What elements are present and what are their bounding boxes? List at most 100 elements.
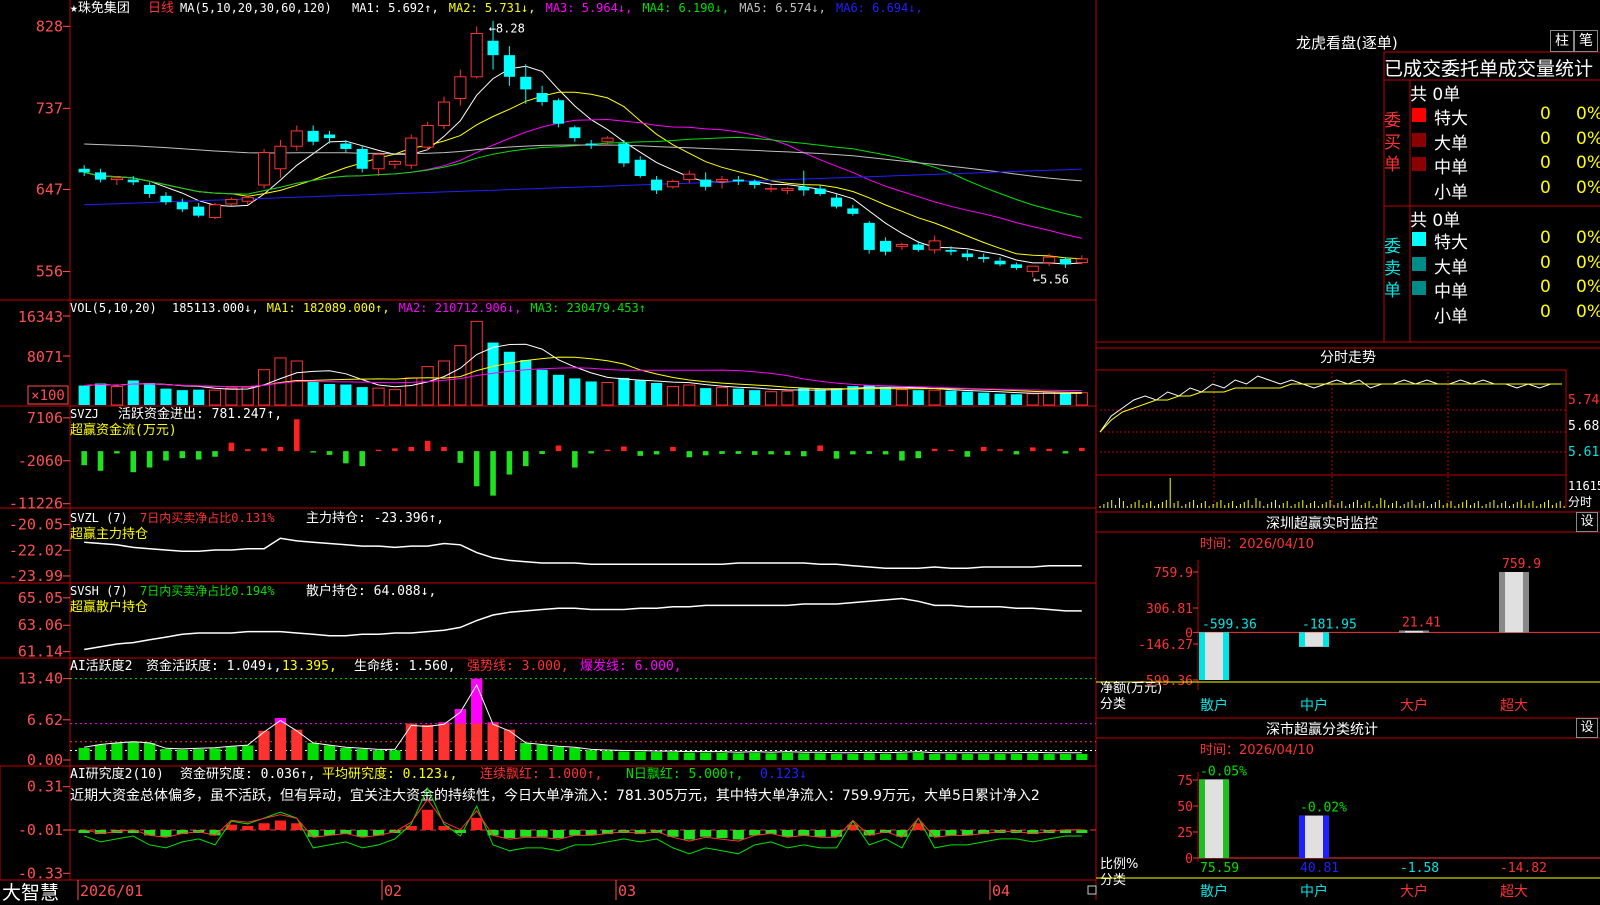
research-bar [503,830,515,839]
ai-activity-value: 资金活跃度: 1.049↓, [146,658,281,674]
flow-bar-positive [277,446,284,452]
category-tick-label: 0 [1185,852,1193,867]
flow-bar-negative [768,451,774,455]
svzl-subtitle: 超赢主力持仓 [70,526,148,542]
candle-body-down [732,179,744,182]
activity-bar [422,724,434,760]
ma-legend-4: MA4: 6.190↓, [642,1,729,15]
buy-row-label: 小单 [1434,182,1468,203]
ai-activity-title: AI活跃度2 [70,658,132,674]
svzl-title: SVZL (7) [70,511,128,525]
vol-tick-label: 16343 [18,308,63,326]
monitor-category-label: 大户 [1400,697,1428,714]
svzl-legend: 主力持仓: -23.396↑, [306,511,444,526]
ai-activity-tick-label: 13.40 [18,670,63,688]
candle-body-down [176,202,188,210]
research-bar [520,830,532,837]
candle-body-down [340,143,352,149]
category-value-label: -14.82 [1500,861,1547,876]
flow-bar-negative [702,451,709,456]
column-view-button[interactable]: 柱 [1550,30,1574,52]
svzl-tick-label: -23.99 [9,567,63,585]
volume-bar-down [749,390,761,405]
flow-bar-positive [555,445,562,452]
activity-bar [209,748,221,760]
buy-color-swatch [1412,132,1426,147]
volume-bar-up [765,391,778,406]
activity-bar [389,750,401,760]
settings-button-category[interactable]: 设 [1576,718,1598,738]
activity-bar [340,747,352,760]
category-bar-edge [1299,815,1305,858]
candle-body-up [274,145,287,170]
flow-bar-negative [850,451,856,455]
flow-bar-negative [866,451,872,454]
period-label: 日线 [148,1,174,16]
category-top-label: -0.02% [1300,801,1347,816]
buy-row-label: 特大 [1434,109,1468,129]
monitor-title: 深圳超赢实时监控 [1266,515,1378,532]
sell-color-swatch [1412,306,1426,320]
volume-bar-down [1010,394,1022,405]
flow-bar-negative [179,451,186,459]
monitor-time: 时间：2026/04/10 [1200,537,1314,552]
category-time: 时间：2026/04/10 [1200,743,1314,758]
ai-commentary: 近期大资金总体偏多，虽不活跃，但有异动，宜关注大资金的持续性，今日大单净流入：7… [70,787,1040,804]
buy-row-label: 中单 [1434,158,1468,178]
volume-bar-down [193,389,205,405]
volume-bar-down [340,384,352,405]
candle-body-down [144,185,156,195]
candle-body-up [421,124,434,148]
buy-row-percent: 0% [1576,128,1600,149]
research-bar [471,817,483,830]
candle-body-up [470,33,483,78]
svzj-tick-label: 7106 [27,409,63,427]
candle-body-up [601,137,614,143]
tick-view-button[interactable]: 笔 [1574,30,1598,52]
activity-bar [552,746,565,760]
candle-body-down [651,179,663,191]
flow-bar-positive [441,446,447,452]
sell-color-swatch [1412,281,1426,295]
sell-row-label: 特大 [1434,233,1468,253]
candle-body-down [749,181,761,185]
candle-body-up [683,173,696,181]
ma-legend-5: MA5: 6.574↓, [739,1,826,15]
research-bar [683,830,695,840]
svsh-tick-label: 61.14 [18,643,63,661]
settings-button-realtime[interactable]: 设 [1576,512,1598,532]
activity-bar [356,749,368,760]
candle-body-down [618,143,630,164]
candle-body-up [1043,256,1056,264]
ai-nday-red: N日飘红: 5.000↑, [626,766,743,782]
candle-body-down [193,206,205,216]
activity-bar [111,743,123,760]
ma-legend-3: MA3: 5.964↓, [546,1,633,15]
flow-bar-negative [915,451,922,459]
candle-body-down [503,55,515,77]
volume-bar-down [536,369,548,405]
intraday-title: 分时走势 [1320,350,1376,366]
candle-body-up [928,240,941,251]
volume-bar-up [1026,393,1039,406]
research-bar [144,830,156,836]
volume-bar-down [356,387,368,405]
candle-body-up [388,161,401,165]
ma5-line [84,65,1082,265]
ai-research-title: AI研究度2(10) [70,766,164,782]
flow-bar-positive [1046,448,1052,452]
volume-bar-down [552,374,565,405]
activity-bar [569,747,581,760]
monitor-bar-edge [1399,630,1405,633]
chart-canvas[interactable]: 828 737 647 556 ★珠免集团 日线 MA(5,10,20,30,60,120)… [0,0,1600,900]
monitor-bar-edge [1499,572,1505,633]
research-bar [700,830,712,837]
price-tick-label: 828 [36,17,63,35]
volume-bar-up [208,389,222,406]
monitor-tick-label: 759.9 [1154,566,1193,581]
category-xlabel: 分类 [1100,873,1126,888]
activity-bar [160,749,172,760]
buy-color-swatch [1412,157,1426,171]
candle-body-down [847,208,859,214]
category-ylabel: 比例% [1100,857,1138,872]
